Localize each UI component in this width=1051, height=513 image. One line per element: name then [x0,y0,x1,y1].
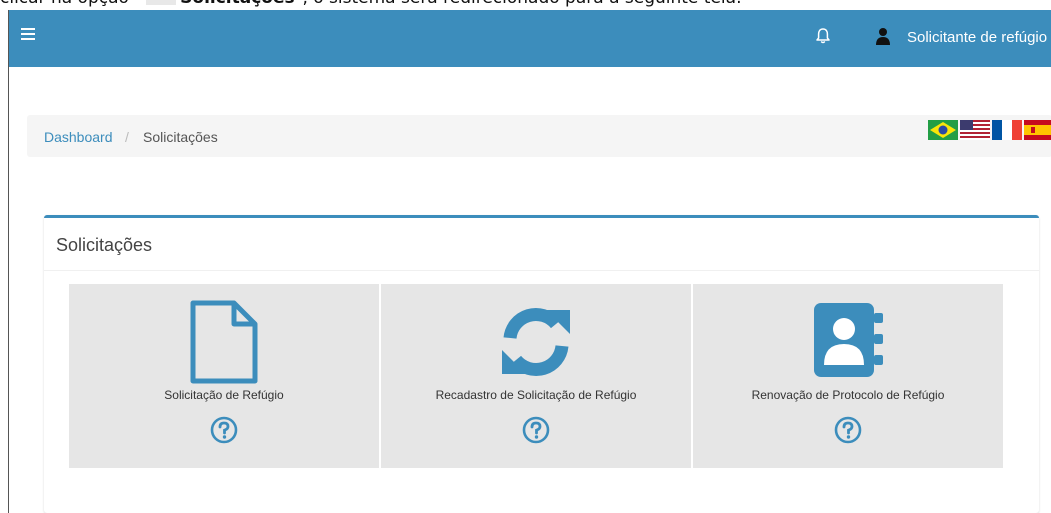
breadcrumb-dashboard-link[interactable]: Dashboard [44,129,113,145]
panel-divider [44,270,1039,271]
document-caption: clicar na opção " Solicitações", o sistem… [0,0,1051,10]
spain-flag-icon[interactable] [1024,120,1051,140]
breadcrumb-current: Solicitações [143,129,218,145]
caption-text-before: clicar na opção " [0,0,142,8]
breadcrumb: Dashboard / Solicitações [27,115,1051,157]
tile-label: Solicitação de Refúgio [164,388,284,402]
contact-book-icon [814,303,883,377]
tile-renovacao-protocolo[interactable]: Renovação de Protocolo de Refúgio [693,284,1003,468]
breadcrumb-separator: / [125,129,129,145]
usa-flag-icon[interactable] [960,120,990,140]
tile-recadastro-solicitacao[interactable]: Recadastro de Solicitação de Refúgio [381,284,691,468]
tile-label: Recadastro de Solicitação de Refúgio [435,388,637,402]
user-icon [876,28,890,45]
user-menu-label[interactable]: Solicitante de refúgio [907,29,1047,46]
document-icon [190,300,258,384]
refresh-icon [502,308,570,376]
tile-solicitacao-refugio[interactable]: Solicitação de Refúgio [69,284,379,468]
language-selector [928,120,1051,140]
app-window: Solicitante de refúgio Dashboard / Solic… [8,10,1051,513]
solicitacoes-panel: Solicitações Solicitação de Refúgio Reca… [44,215,1039,513]
help-icon[interactable] [210,416,238,444]
tile-label: Renovação de Protocolo de Refúgio [751,388,945,402]
brazil-flag-icon[interactable] [928,120,958,140]
top-navbar: Solicitante de refúgio [9,10,1051,67]
panel-title: Solicitações [56,235,153,255]
inline-menu-icon [146,0,177,5]
bell-icon[interactable] [815,27,831,45]
caption-text-after: ", o sistema será redirecionado para a s… [295,0,742,8]
menu-toggle-icon[interactable] [21,28,35,42]
france-flag-icon[interactable] [992,120,1022,140]
help-icon[interactable] [522,416,550,444]
help-icon[interactable] [834,416,862,444]
caption-bold-text: Solicitações [180,0,294,8]
